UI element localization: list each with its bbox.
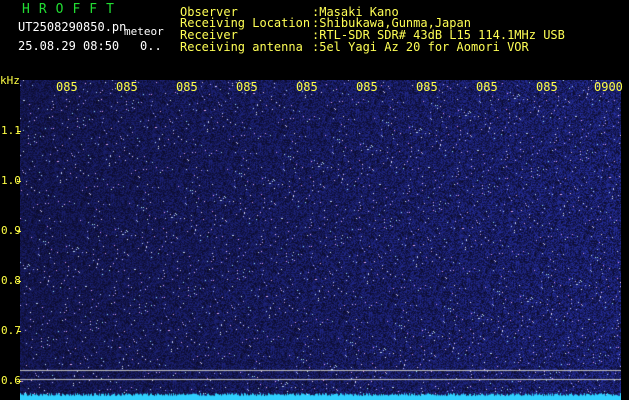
time-tick-label: 085 xyxy=(356,80,378,94)
y-tick xyxy=(17,131,21,132)
file-name: UT2508290850.pn xyxy=(18,20,127,34)
spectrogram-canvas xyxy=(20,80,621,400)
time-tick-label: 085 xyxy=(476,80,498,94)
time-tick-label: 0900 xyxy=(594,80,623,94)
unit-label: kHz xyxy=(0,74,20,87)
antenna-value: :5el Yagi Az 20 for Aomori VOR xyxy=(312,40,529,54)
time-tick-label: 085 xyxy=(116,80,138,94)
y-tick xyxy=(17,231,21,232)
mode-label: meteor xyxy=(124,25,164,38)
y-tick xyxy=(17,281,21,282)
time-tick-label: 085 xyxy=(236,80,258,94)
time-tick-label: 085 xyxy=(416,80,438,94)
time-tick-label: 085 xyxy=(536,80,558,94)
time-tick-label: 085 xyxy=(56,80,78,94)
y-tick xyxy=(17,181,21,182)
counter: 0.. xyxy=(140,39,162,53)
antenna-label: Receiving antenna xyxy=(180,40,303,54)
time-tick-label: 085 xyxy=(176,80,198,94)
y-tick xyxy=(17,381,21,382)
right-border xyxy=(621,80,629,400)
time-tick-label: 085 xyxy=(296,80,318,94)
app-brand: HROFFT xyxy=(22,2,123,17)
timestamp: 25.08.29 08:50 xyxy=(18,39,120,53)
y-tick xyxy=(17,331,21,332)
